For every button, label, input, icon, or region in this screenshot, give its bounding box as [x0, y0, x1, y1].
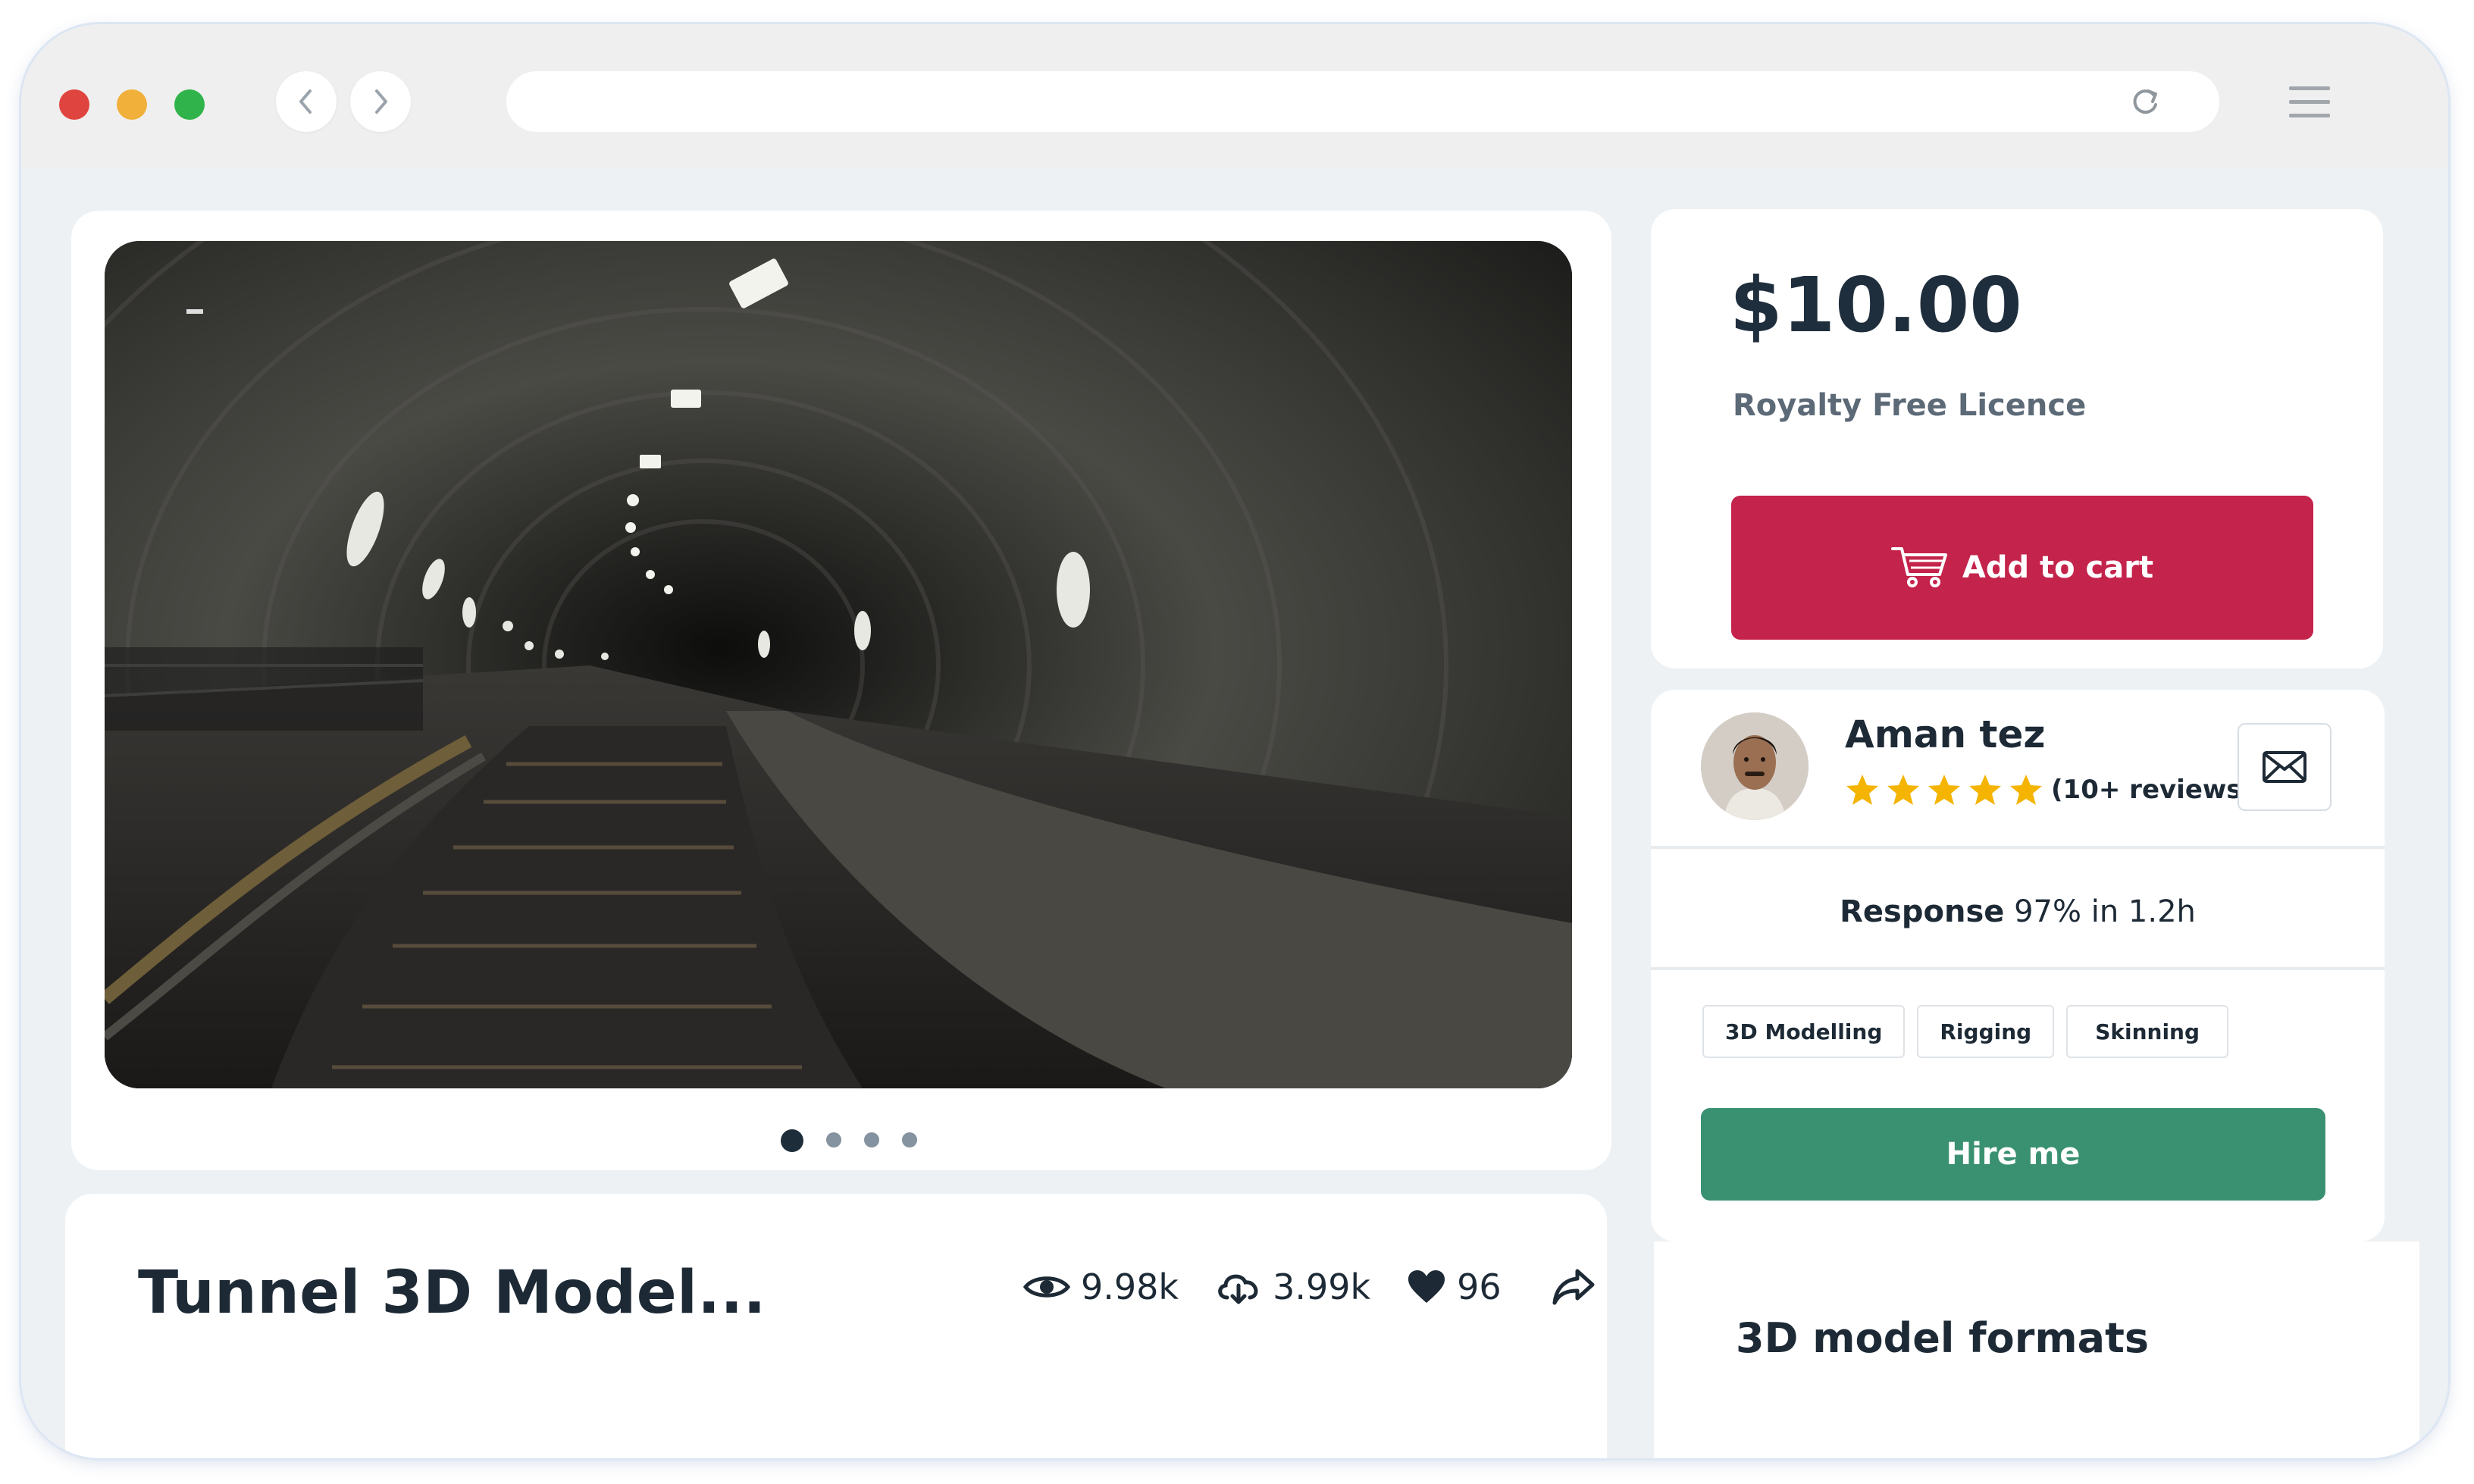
browser-window: Tunnel 3D Model... 9.98k 3.99k 96 $10.00…	[21, 24, 2448, 1458]
carousel-dot[interactable]	[864, 1132, 879, 1147]
carousel-indicators	[71, 1129, 1611, 1152]
likes-count: 96	[1457, 1266, 1502, 1307]
share-icon	[1552, 1269, 1595, 1305]
reviews-count[interactable]: (10+ reviews)	[2051, 775, 2253, 805]
seller-card: Aman tez (10+ reviews) Response 97% in 1…	[1651, 690, 2385, 1241]
tunnel-render-image	[105, 241, 1572, 1088]
downloads-stat: 3.99k	[1215, 1266, 1370, 1307]
star-icon	[2010, 775, 2042, 805]
heart-icon	[1408, 1270, 1445, 1303]
response-rate: Response 97% in 1.2h	[1651, 894, 2385, 929]
skill-tags: 3D Modelling Rigging Skinning	[1702, 1005, 2229, 1058]
product-gallery	[71, 211, 1611, 1170]
hamburger-menu-icon[interactable]	[2288, 83, 2332, 121]
reload-icon[interactable]	[2128, 85, 2162, 118]
maximize-window-button[interactable]	[174, 89, 205, 120]
divider	[1651, 846, 2385, 849]
views-count: 9.98k	[1081, 1266, 1179, 1307]
cart-icon	[1890, 547, 1947, 587]
forward-button[interactable]	[350, 71, 411, 132]
model-formats-card: 3D model formats	[1654, 1241, 2419, 1458]
downloads-count: 3.99k	[1273, 1266, 1371, 1307]
price-card: $10.00 Royalty Free Licence Add to cart	[1651, 209, 2383, 668]
avatar[interactable]	[1701, 712, 1809, 820]
carousel-dot[interactable]	[826, 1132, 841, 1147]
eye-icon	[1023, 1276, 1070, 1298]
add-to-cart-button[interactable]: Add to cart	[1731, 496, 2313, 640]
message-seller-button[interactable]	[2238, 723, 2332, 811]
formats-title: 3D model formats	[1736, 1314, 2150, 1362]
product-stats: 9.98k 3.99k 96	[1023, 1260, 1632, 1313]
minimize-window-button[interactable]	[117, 89, 147, 120]
cloud-download-icon	[1218, 1274, 1258, 1304]
views-stat: 9.98k	[1023, 1266, 1179, 1307]
product-image[interactable]	[105, 241, 1572, 1088]
address-bar[interactable]	[506, 71, 2219, 132]
star-icon	[1928, 775, 1960, 805]
hire-me-button[interactable]: Hire me	[1701, 1108, 2325, 1201]
close-window-button[interactable]	[59, 89, 89, 120]
skill-tag[interactable]: 3D Modelling	[1702, 1005, 1906, 1058]
seller-rating: (10+ reviews)	[1845, 773, 2253, 806]
licence-type: Royalty Free Licence	[1733, 388, 2087, 423]
response-value: 97% in 1.2h	[2014, 894, 2196, 929]
skill-tag[interactable]: Skinning	[2066, 1005, 2229, 1058]
add-to-cart-label: Add to cart	[1962, 550, 2154, 585]
carousel-dot[interactable]	[781, 1129, 803, 1152]
carousel-dot[interactable]	[902, 1132, 917, 1147]
share-button[interactable]	[1552, 1268, 1596, 1306]
divider	[1651, 967, 2385, 970]
mail-icon	[2263, 751, 2306, 783]
price: $10.00	[1730, 261, 2022, 349]
star-icon	[1887, 775, 1919, 805]
chevron-left-icon	[299, 89, 312, 114]
product-title: Tunnel 3D Model...	[138, 1259, 766, 1327]
response-label: Response	[1840, 894, 2005, 929]
star-icon	[1969, 775, 2001, 805]
product-title-card: Tunnel 3D Model... 9.98k 3.99k 96	[65, 1194, 1607, 1458]
browser-toolbar	[21, 24, 2448, 167]
star-icon	[1846, 775, 1878, 805]
back-button[interactable]	[276, 71, 337, 132]
seller-avatar-image	[1701, 712, 1809, 820]
chevron-right-icon	[375, 89, 387, 114]
skill-tag[interactable]: Rigging	[1917, 1005, 2055, 1058]
likes-stat[interactable]: 96	[1407, 1266, 1502, 1307]
seller-name[interactable]: Aman tez	[1845, 712, 2045, 756]
